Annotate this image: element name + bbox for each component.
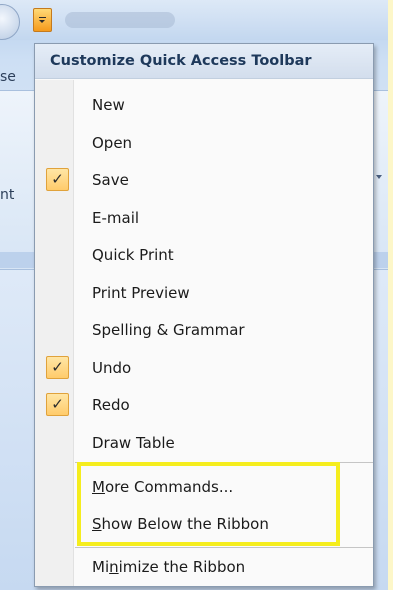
- dropdown-arrow-icon: [39, 17, 46, 23]
- menu-item[interactable]: ✓ Undo: [35, 350, 373, 387]
- ribbon-tab-fragment: se: [0, 69, 16, 85]
- chevron-down-icon: [376, 175, 382, 179]
- menu-item[interactable]: ✓ Save: [35, 162, 373, 199]
- show-below-ribbon-item[interactable]: Show Below the Ribbon: [35, 506, 373, 543]
- more-commands-label: More Commands...: [92, 469, 233, 506]
- menu-item[interactable]: Print Preview: [35, 275, 373, 312]
- menu-item[interactable]: Quick Print: [35, 237, 373, 274]
- minimize-ribbon-item[interactable]: Minimize the Ribbon: [35, 549, 373, 586]
- minimize-accel: n: [109, 558, 119, 576]
- menu-item-label: Spelling & Grammar: [92, 321, 245, 339]
- menu-item-label: New: [92, 96, 125, 114]
- checkmark-icon: ✓: [46, 393, 69, 416]
- menu-item-label: Print Preview: [92, 283, 190, 302]
- menu-item-label: Undo: [92, 358, 132, 377]
- menu-item-label: Quick Print: [92, 246, 174, 264]
- menu-item[interactable]: E-mail: [35, 200, 373, 237]
- menu-item[interactable]: New: [35, 87, 373, 124]
- menu-header: Customize Quick Access Toolbar: [35, 44, 373, 79]
- checkmark-icon: ✓: [46, 355, 69, 379]
- menu-item[interactable]: Draw Table: [35, 425, 373, 462]
- ribbon-label-fragment: nt: [0, 187, 15, 203]
- show-below-label-rest: how Below the Ribbon: [101, 515, 269, 533]
- show-below-ribbon-label: Show Below the Ribbon: [92, 506, 269, 543]
- menu-separator: [75, 462, 373, 463]
- menu-item[interactable]: Spelling & Grammar: [35, 312, 373, 349]
- checkmark-icon: ✓: [46, 168, 69, 191]
- menu-item-label: E-mail: [92, 208, 140, 227]
- minimize-label-pre: Mi: [92, 558, 110, 576]
- customize-qat-menu: Customize Quick Access Toolbar New Open ✓ S…: [34, 43, 374, 587]
- minimize-ribbon-label: Minimize the Ribbon: [92, 549, 245, 586]
- more-commands-accel: M: [92, 478, 105, 496]
- show-below-accel: S: [92, 515, 102, 533]
- office-button[interactable]: [0, 4, 20, 40]
- menu-item-label: Draw Table: [92, 433, 175, 452]
- menu-separator: [75, 547, 373, 548]
- menu-item-label: Save: [92, 171, 129, 189]
- minimize-label-rest: imize the Ribbon: [118, 558, 246, 576]
- menu-item[interactable]: Open: [35, 125, 373, 162]
- more-commands-item[interactable]: More Commands...: [35, 469, 373, 506]
- more-commands-label-rest: ore Commands...: [104, 478, 234, 496]
- menu-item-label: Redo: [92, 396, 130, 414]
- title-bar: [0, 0, 388, 40]
- window-title-blurred: [65, 12, 175, 28]
- customize-qat-dropdown-button[interactable]: [33, 8, 52, 32]
- menu-item[interactable]: ✓ Redo: [35, 387, 373, 424]
- menu-item-label: Open: [92, 133, 133, 152]
